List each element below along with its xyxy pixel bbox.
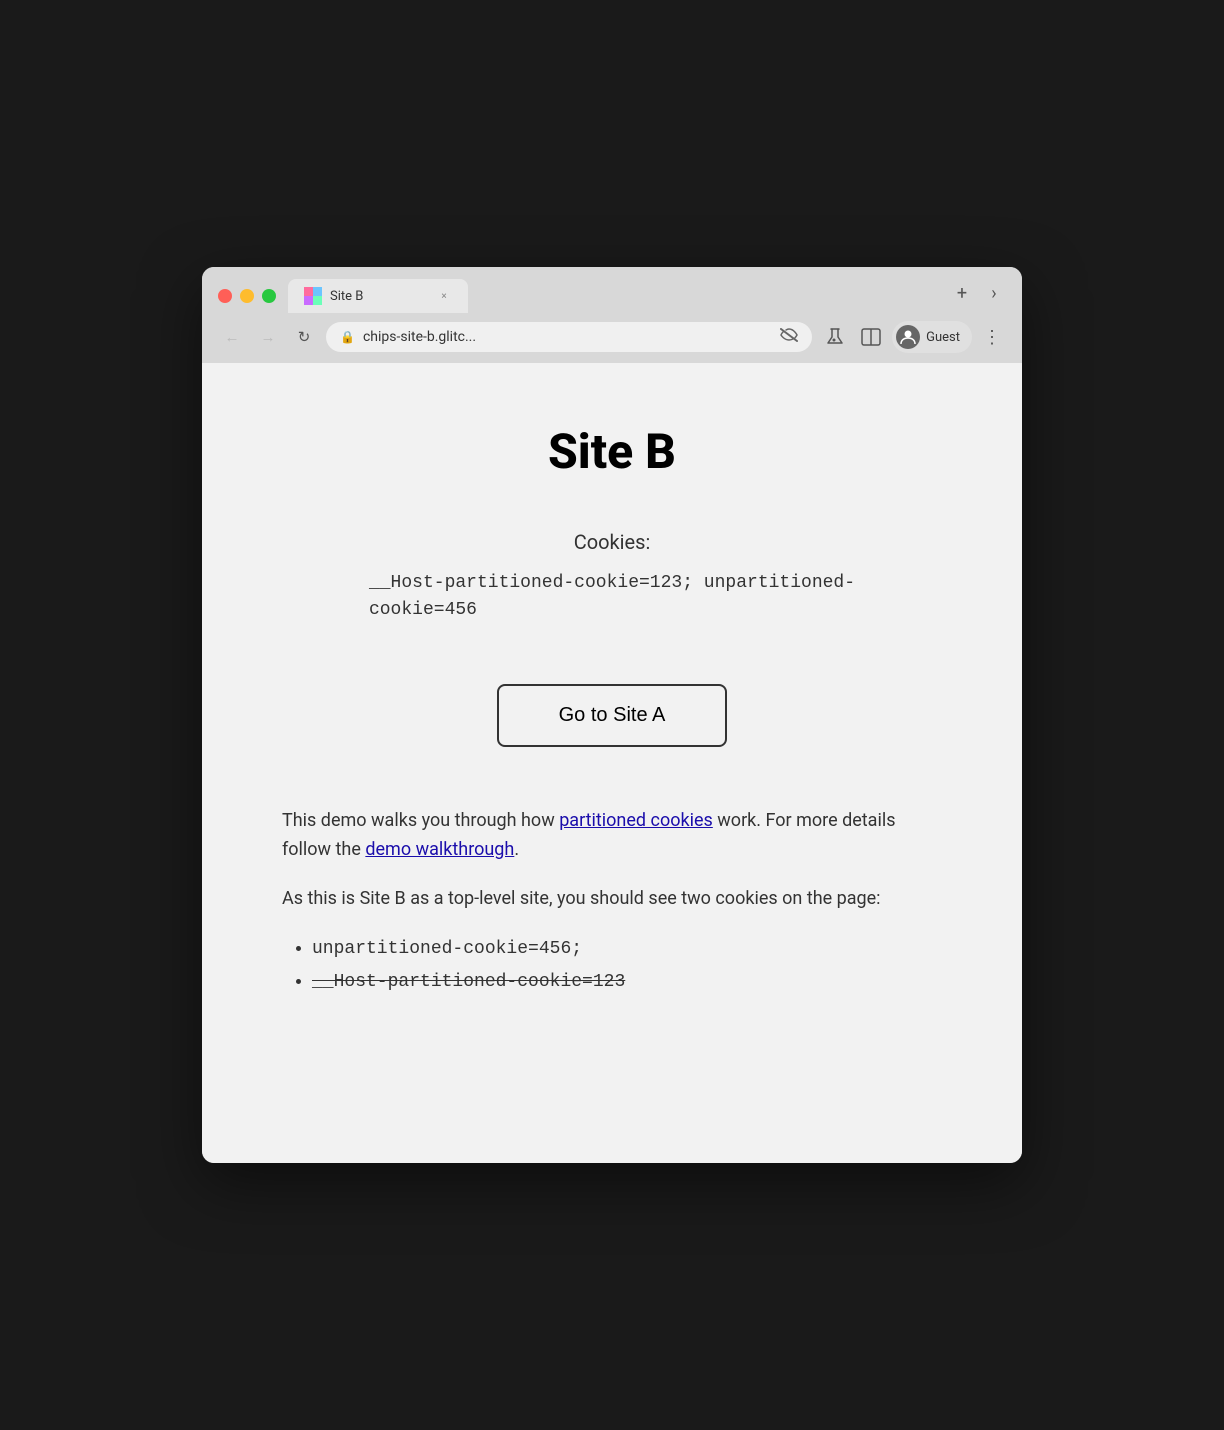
lock-icon: 🔒 — [340, 330, 355, 344]
tab-close-button[interactable]: × — [436, 288, 452, 304]
active-tab[interactable]: Site B × — [288, 279, 468, 313]
site-title: Site B — [282, 423, 942, 480]
tab-title: Site B — [330, 289, 428, 304]
description-partitioned-cookies: This demo walks you through how partitio… — [282, 807, 942, 865]
tabs-area: Site B × + › — [288, 279, 1006, 313]
address-bar[interactable]: 🔒 chips-site-b.glitc... — [326, 322, 812, 352]
description-site-b-info: As this is Site B as a top-level site, y… — [282, 885, 942, 914]
tab-chevron-button[interactable]: › — [982, 281, 1006, 305]
maximize-button[interactable] — [262, 289, 276, 303]
address-bar-row: ← → ↻ 🔒 chips-site-b.glitc... — [202, 313, 1022, 363]
eye-slash-icon — [780, 328, 798, 346]
list-item-text-2: __Host-partitioned-cookie=123 — [312, 972, 625, 992]
tab-favicon-icon — [304, 287, 322, 305]
cookie-list: unpartitioned-cookie=456; __Host-partiti… — [312, 933, 942, 998]
back-button[interactable]: ← — [218, 323, 246, 351]
title-bar: Site B × + › — [202, 267, 1022, 313]
minimize-button[interactable] — [240, 289, 254, 303]
page-content: Site B Cookies: __Host-partitioned-cooki… — [202, 363, 1022, 1163]
desc1-prefix: This demo walks you through how — [282, 810, 559, 831]
reload-button[interactable]: ↻ — [290, 323, 318, 351]
cookies-label: Cookies: — [282, 530, 942, 554]
list-item: __Host-partitioned-cookie=123 — [312, 966, 942, 998]
partitioned-cookies-link[interactable]: partitioned cookies — [559, 810, 713, 831]
cookie-value: __Host-partitioned-cookie=123; unpartiti… — [369, 570, 855, 624]
toolbar-icons: Guest ⋮ — [820, 321, 1006, 353]
demo-walkthrough-link[interactable]: demo walkthrough — [365, 839, 514, 860]
address-text: chips-site-b.glitc... — [363, 329, 772, 345]
new-tab-button[interactable]: + — [950, 281, 974, 305]
forward-button[interactable]: → — [254, 323, 282, 351]
list-item: unpartitioned-cookie=456; — [312, 933, 942, 965]
close-button[interactable] — [218, 289, 232, 303]
profile-label: Guest — [926, 330, 960, 345]
profile-button[interactable]: Guest — [892, 321, 972, 353]
browser-window: Site B × + › ← → ↻ 🔒 chips-site-b.glitc.… — [202, 267, 1022, 1163]
cookies-section: Cookies: __Host-partitioned-cookie=123; … — [282, 530, 942, 654]
desc1-suffix: . — [514, 839, 519, 860]
list-item-text-1: unpartitioned-cookie=456; — [312, 939, 582, 959]
split-view-icon[interactable] — [856, 322, 886, 352]
go-to-site-a-button[interactable]: Go to Site A — [497, 684, 728, 747]
more-options-button[interactable]: ⋮ — [978, 323, 1006, 351]
tab-actions: + › — [950, 281, 1006, 313]
traffic-lights — [218, 289, 276, 303]
profile-avatar-icon — [896, 325, 920, 349]
lab-icon[interactable] — [820, 322, 850, 352]
